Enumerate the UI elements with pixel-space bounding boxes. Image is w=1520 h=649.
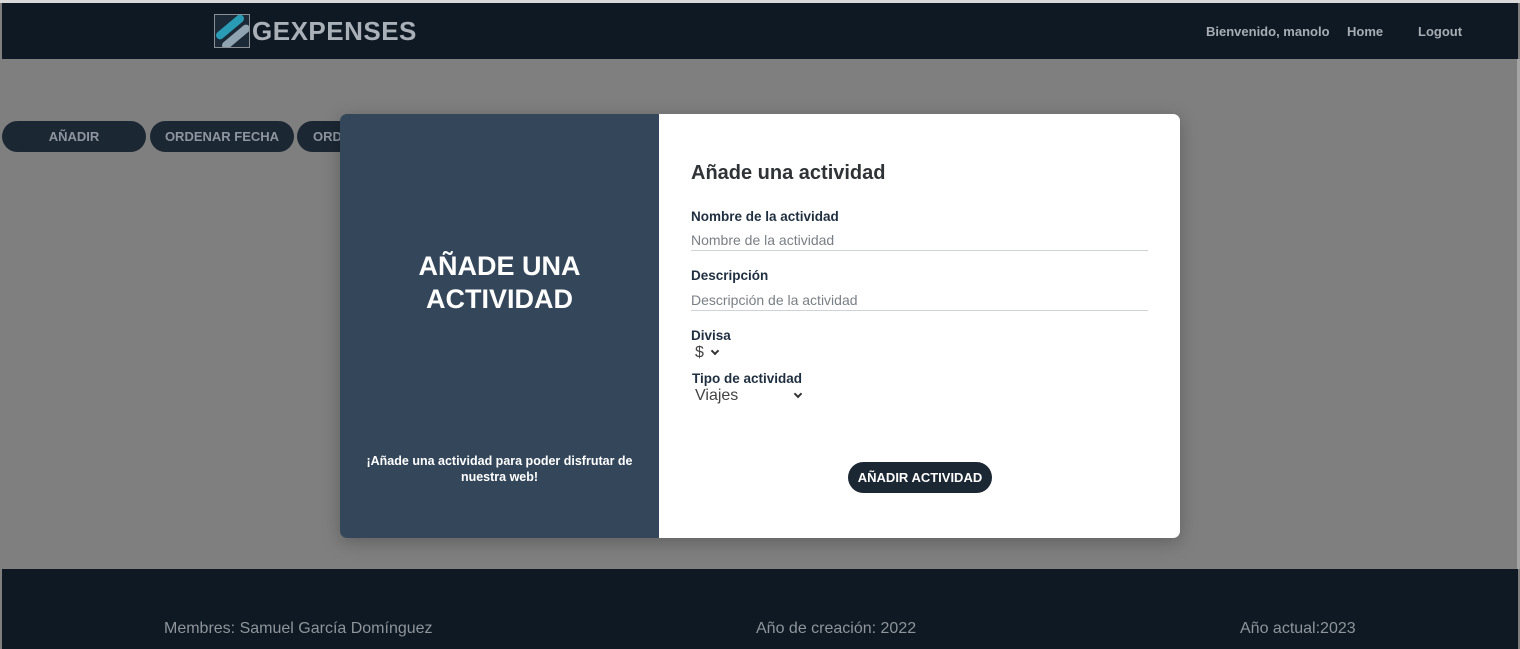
- add-activity-modal: AÑADE UNA ACTIVIDAD ¡Añade una actividad…: [340, 114, 1180, 538]
- welcome-text: Bienvenido, manolo: [1206, 24, 1330, 39]
- footer-current-year: Año actual:2023: [1240, 620, 1356, 637]
- add-activity-button[interactable]: AÑADIR ACTIVIDAD: [848, 462, 992, 493]
- navbar: GEXPENSES Bienvenido, manolo Home Logout: [2, 3, 1518, 59]
- logo[interactable]: GEXPENSES: [214, 14, 417, 48]
- side-panel-subtitle: ¡Añade una actividad para poder disfruta…: [366, 454, 633, 484]
- type-select[interactable]: Viajes: [695, 387, 803, 405]
- footer: Membres: Samuel García Domínguez Año de …: [2, 569, 1518, 649]
- chevron-down-icon: [710, 346, 720, 356]
- logo-text: GEXPENSES: [252, 15, 417, 46]
- description-input[interactable]: [691, 289, 1148, 311]
- description-label: Descripción: [691, 268, 769, 283]
- form-title: Añade una actividad: [691, 162, 886, 184]
- add-button[interactable]: AÑADIR: [2, 121, 146, 152]
- name-label: Nombre de la actividad: [691, 209, 839, 224]
- footer-members: Membres: Samuel García Domínguez: [164, 620, 433, 637]
- currency-select[interactable]: $: [695, 344, 720, 362]
- currency-value: $: [695, 344, 704, 361]
- modal-form-panel: X Añade una actividad Nombre de la activ…: [659, 114, 1180, 538]
- logout-link[interactable]: Logout: [1418, 24, 1462, 39]
- logo-icon: [214, 14, 250, 48]
- type-label: Tipo de actividad: [692, 371, 803, 386]
- modal-side-panel: AÑADE UNA ACTIVIDAD ¡Añade una actividad…: [340, 114, 659, 538]
- type-value: Viajes: [695, 387, 739, 404]
- footer-created-year: Año de creación: 2022: [756, 620, 917, 637]
- name-input[interactable]: [691, 229, 1148, 251]
- home-link[interactable]: Home: [1347, 24, 1383, 39]
- side-panel-title: AÑADE UNA ACTIVIDAD: [418, 251, 581, 314]
- chevron-down-icon: [793, 389, 803, 399]
- currency-label: Divisa: [691, 328, 731, 343]
- sort-date-button[interactable]: ORDENAR FECHA: [150, 121, 294, 152]
